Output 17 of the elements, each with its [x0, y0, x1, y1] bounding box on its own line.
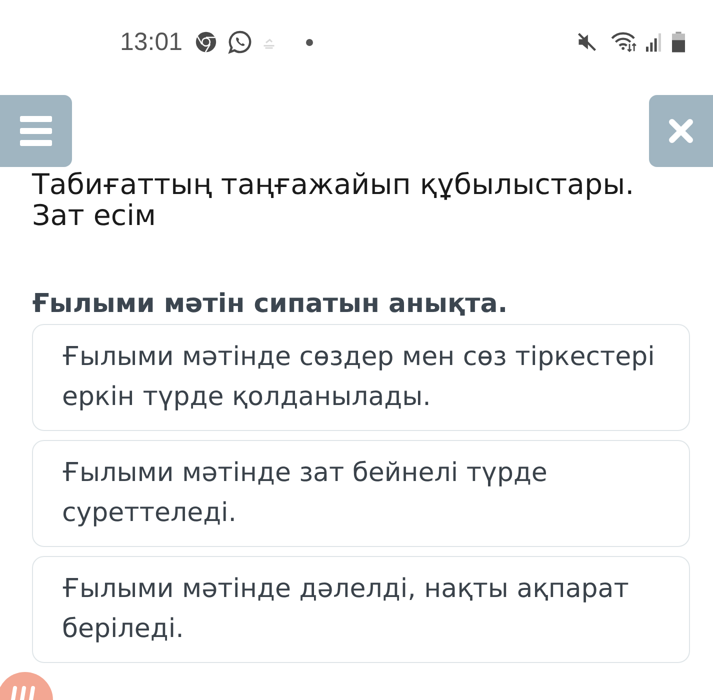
status-dot-icon — [306, 38, 313, 46]
menu-icon — [20, 116, 52, 146]
menu-button[interactable] — [0, 95, 72, 167]
close-button[interactable] — [649, 95, 713, 167]
battery-icon — [672, 31, 685, 53]
answer-option[interactable]: Ғылыми мәтінде зат бейнелі түрде суреттеледі. — [32, 440, 690, 547]
lesson-title: Табиғаттың таңғажайып құбылыстары. Зат есім — [32, 169, 636, 231]
wifi-icon — [610, 31, 638, 53]
answer-option[interactable]: Ғылыми мәтінде сөздер мен сөз тіркестері еркін түрде қолданылады. — [32, 324, 690, 431]
chat-bubble-icon — [228, 30, 252, 54]
status-time: 13:01 — [120, 28, 183, 56]
signal-icon — [646, 32, 661, 52]
close-icon — [668, 118, 694, 144]
muted-speaker-icon — [576, 31, 598, 53]
question-text: Ғылыми мәтін сипатын анықта. — [32, 288, 509, 321]
answer-option[interactable]: Ғылыми мәтінде дәлелді, нақты ақпарат беріледі. — [32, 556, 690, 663]
browser-icon — [194, 31, 217, 53]
